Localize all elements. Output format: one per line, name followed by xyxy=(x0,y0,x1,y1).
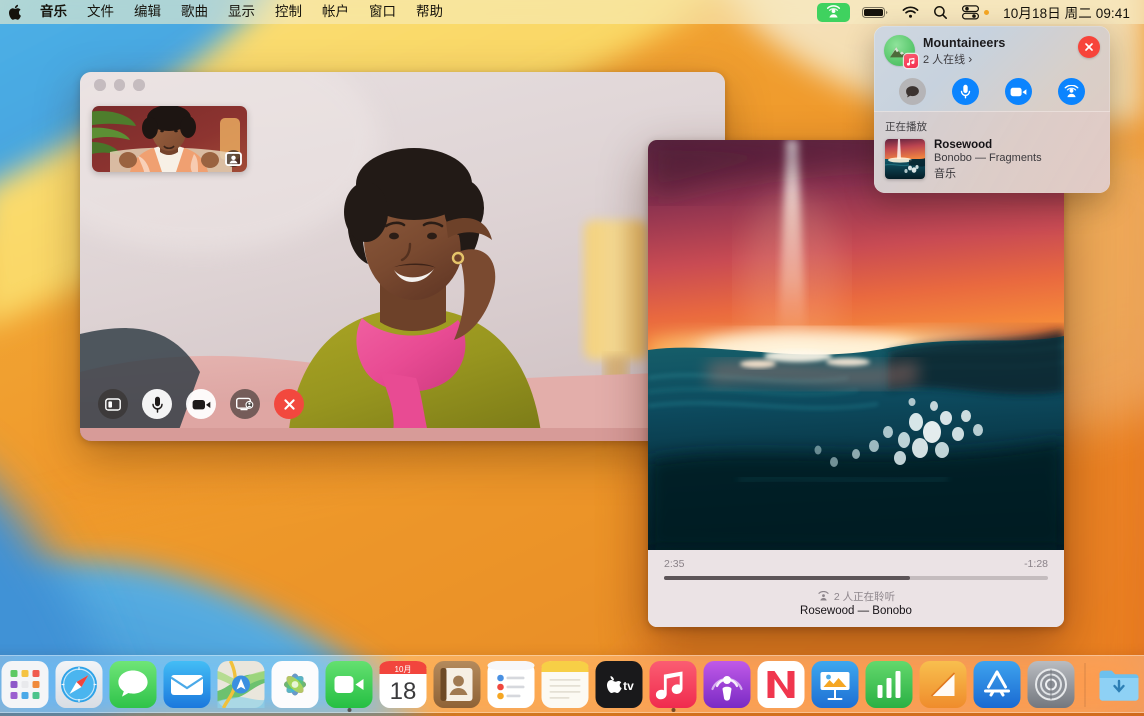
rosewood-album-artwork xyxy=(885,139,925,179)
dock-item-news[interactable] xyxy=(758,661,805,708)
music-now-playing-window[interactable]: 2:35 -1:28 2 人正在聆听 Rosewood — Bonobo xyxy=(648,140,1064,627)
participants-row[interactable]: 2 人在线 › xyxy=(923,51,1005,67)
shareplay-button[interactable] xyxy=(1058,78,1085,105)
running-indicator xyxy=(347,708,351,712)
now-playing-title: Rosewood — Bonobo xyxy=(664,605,1048,617)
shareplay-action-row xyxy=(874,78,1110,105)
track-artist-album: Bonobo — Fragments xyxy=(934,152,1042,164)
menu-item-edit[interactable]: 编辑 xyxy=(124,0,171,24)
participants-count: 2 人在线 xyxy=(923,51,965,67)
facetime-titlebar xyxy=(80,72,725,98)
camera-button[interactable] xyxy=(186,389,216,419)
share-screen-button[interactable] xyxy=(230,389,260,419)
minimize-button[interactable] xyxy=(114,79,126,91)
remaining-time: -1:28 xyxy=(1024,558,1048,570)
shareplay-status-icon[interactable] xyxy=(817,3,850,22)
menu-item-window[interactable]: 窗口 xyxy=(359,0,406,24)
menu-item-music[interactable]: 音乐 xyxy=(30,0,77,24)
menu-item-account[interactable]: 帐户 xyxy=(312,0,359,24)
control-center-icon[interactable] xyxy=(956,0,995,24)
menu-item-song[interactable]: 歌曲 xyxy=(171,0,218,24)
close-session-button[interactable] xyxy=(1078,36,1100,58)
dock-item-photos[interactable] xyxy=(272,661,319,708)
calendar-day: 18 xyxy=(390,678,417,705)
now-playing-meta: 2 人正在聆听 Rosewood — Bonobo xyxy=(664,589,1048,617)
playback-time-row: 2:35 -1:28 xyxy=(664,558,1048,570)
listeners-row: 2 人正在聆听 xyxy=(664,589,1048,604)
menu-bar: 音乐 文件 编辑 歌曲 显示 控制 帐户 窗口 帮助 xyxy=(0,0,1144,24)
group-name: Mountaineers xyxy=(923,36,1005,50)
now-playing-section-label: 正在播放 xyxy=(885,119,1099,134)
elapsed-time: 2:35 xyxy=(664,558,684,570)
facetime-call-controls xyxy=(98,389,304,419)
wifi-icon[interactable] xyxy=(896,0,925,24)
track-title: Rosewood xyxy=(934,139,1042,151)
calendar-month: 10月 xyxy=(395,665,412,674)
close-button[interactable] xyxy=(94,79,106,91)
menu-item-help[interactable]: 帮助 xyxy=(406,0,453,24)
shareplay-now-playing: 正在播放 xyxy=(874,111,1110,193)
track-source-app: 音乐 xyxy=(934,165,1042,181)
microphone-button[interactable] xyxy=(952,78,979,105)
menu-item-controls[interactable]: 控制 xyxy=(265,0,312,24)
dock-item-music[interactable] xyxy=(650,661,697,708)
dock-item-contacts[interactable] xyxy=(434,661,481,708)
dock-item-appstore[interactable] xyxy=(974,661,1021,708)
maximize-button[interactable] xyxy=(133,79,145,91)
facetime-call-window[interactable] xyxy=(80,72,725,441)
dock-item-launchpad[interactable] xyxy=(2,661,49,708)
menu-item-view[interactable]: 显示 xyxy=(218,0,265,24)
music-player-controls: 2:35 -1:28 2 人正在聆听 Rosewood — Bonobo xyxy=(648,550,1064,627)
control-center-indicator-dot xyxy=(984,10,989,15)
dock-item-settings[interactable] xyxy=(1028,661,1075,708)
menu-item-file[interactable]: 文件 xyxy=(77,0,124,24)
album-artwork-large xyxy=(648,140,1064,550)
shareplay-icon xyxy=(817,591,830,602)
music-note-icon xyxy=(904,54,918,68)
dock-item-mail[interactable] xyxy=(164,661,211,708)
self-view-thumbnail[interactable] xyxy=(92,106,247,172)
dock-item-calendar[interactable]: 10月 18 xyxy=(380,661,427,708)
dock-divider xyxy=(1085,663,1086,707)
dock-item-facetime[interactable] xyxy=(326,661,373,708)
listeners-label: 2 人正在聆听 xyxy=(834,589,895,604)
microphone-button[interactable] xyxy=(142,389,172,419)
dock-item-downloads[interactable] xyxy=(1096,661,1143,708)
dock-item-keynote[interactable] xyxy=(812,661,859,708)
avatar xyxy=(884,35,915,66)
playback-progress-fill xyxy=(664,576,910,580)
battery-icon[interactable] xyxy=(856,0,894,24)
running-indicator xyxy=(671,708,675,712)
dock-item-reminders[interactable] xyxy=(488,661,535,708)
search-icon[interactable] xyxy=(927,0,954,24)
dock-item-notes[interactable] xyxy=(542,661,589,708)
shareplay-session-header: Mountaineers 2 人在线 › xyxy=(874,26,1110,111)
dock-item-appletv[interactable]: tv xyxy=(596,661,643,708)
camera-button[interactable] xyxy=(1005,78,1032,105)
messages-button[interactable] xyxy=(899,78,926,105)
sidebar-toggle-button[interactable] xyxy=(98,389,128,419)
shareplay-popover[interactable]: Mountaineers 2 人在线 › xyxy=(874,26,1110,193)
dock-item-podcasts[interactable] xyxy=(704,661,751,708)
dock-item-pages[interactable] xyxy=(920,661,967,708)
svg-text:tv: tv xyxy=(623,679,634,693)
dock-item-safari[interactable] xyxy=(56,661,103,708)
pip-person-icon[interactable] xyxy=(225,150,242,167)
end-call-button[interactable] xyxy=(274,389,304,419)
chevron-right-icon: › xyxy=(968,52,972,66)
dock: 10月 18 xyxy=(0,655,1144,713)
dock-item-maps[interactable] xyxy=(218,661,265,708)
playback-progress-slider[interactable] xyxy=(664,576,1048,580)
menubar-clock[interactable]: 10月18日 周二 09:41 xyxy=(997,2,1134,22)
apple-logo-icon[interactable] xyxy=(0,0,30,24)
dock-item-numbers[interactable] xyxy=(866,661,913,708)
dock-item-messages[interactable] xyxy=(110,661,157,708)
